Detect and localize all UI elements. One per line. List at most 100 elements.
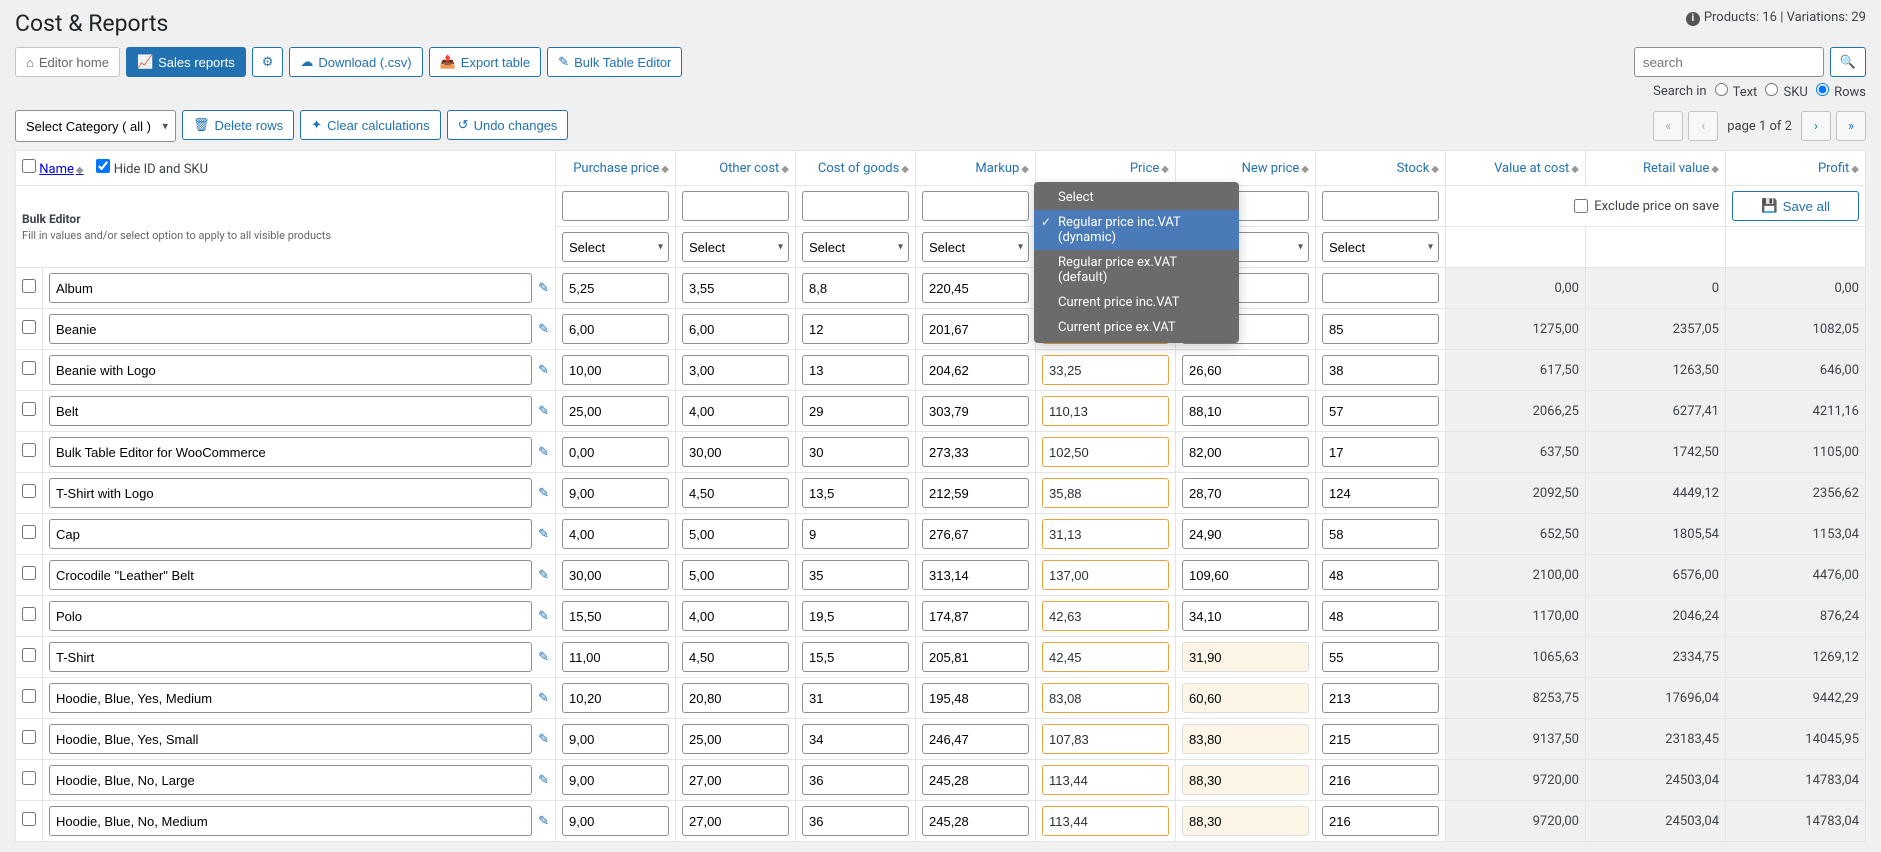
row-price-input[interactable] (1042, 396, 1169, 426)
search-opt-rows[interactable]: Rows (1816, 83, 1866, 100)
col-cost-of-goods[interactable]: Cost of goods◆ (796, 151, 916, 186)
row-pp-input[interactable] (562, 765, 669, 795)
bulk-stock-input[interactable] (1322, 191, 1439, 221)
row-checkbox[interactable] (22, 730, 36, 744)
row-name-input[interactable] (49, 355, 532, 385)
bulk-select-oc[interactable]: Select (682, 232, 789, 262)
row-mk-input[interactable] (922, 642, 1029, 672)
row-price-input[interactable] (1042, 355, 1169, 385)
delete-rows-button[interactable]: 🗑 Delete rows (182, 110, 294, 140)
row-stock-input[interactable] (1322, 765, 1439, 795)
bulk-markup-input[interactable] (922, 191, 1029, 221)
bulk-select-pp[interactable]: Select (562, 232, 669, 262)
row-price-input[interactable] (1042, 806, 1169, 836)
row-mk-input[interactable] (922, 314, 1029, 344)
col-stock[interactable]: Stock◆ (1316, 151, 1446, 186)
row-name-input[interactable] (49, 273, 532, 303)
row-name-input[interactable] (49, 642, 532, 672)
row-price-input[interactable] (1042, 560, 1169, 590)
clear-calculations-button[interactable]: ✦ Clear calculations (300, 110, 441, 140)
row-cog-input[interactable] (802, 478, 909, 508)
export-table-button[interactable]: 📤 Export table (429, 47, 542, 77)
row-oc-input[interactable] (682, 724, 789, 754)
row-name-input[interactable] (49, 519, 532, 549)
row-newprice-input[interactable] (1182, 355, 1309, 385)
row-name-input[interactable] (49, 437, 532, 467)
edit-icon[interactable]: ✎ (538, 445, 549, 460)
row-price-input[interactable] (1042, 478, 1169, 508)
row-cog-input[interactable] (802, 724, 909, 754)
row-stock-input[interactable] (1322, 601, 1439, 631)
row-stock-input[interactable] (1322, 683, 1439, 713)
select-all-checkbox[interactable] (22, 159, 36, 173)
row-newprice-input[interactable] (1182, 724, 1309, 754)
row-newprice-input[interactable] (1182, 560, 1309, 590)
row-oc-input[interactable] (682, 437, 789, 467)
row-cog-input[interactable] (802, 806, 909, 836)
row-stock-input[interactable] (1322, 355, 1439, 385)
row-newprice-input[interactable] (1182, 806, 1309, 836)
row-name-input[interactable] (49, 314, 532, 344)
row-pp-input[interactable] (562, 724, 669, 754)
edit-icon[interactable]: ✎ (538, 773, 549, 788)
edit-icon[interactable]: ✎ (538, 404, 549, 419)
page-next-button[interactable]: › (1801, 111, 1831, 141)
col-profit[interactable]: Profit◆ (1726, 151, 1866, 186)
row-mk-input[interactable] (922, 560, 1029, 590)
col-other-cost[interactable]: Other cost◆ (676, 151, 796, 186)
row-cog-input[interactable] (802, 396, 909, 426)
row-pp-input[interactable] (562, 314, 669, 344)
settings-button[interactable]: ⚙ (252, 47, 284, 77)
row-stock-input[interactable] (1322, 806, 1439, 836)
edit-icon[interactable]: ✎ (538, 650, 549, 665)
edit-icon[interactable]: ✎ (538, 609, 549, 624)
row-checkbox[interactable] (22, 525, 36, 539)
row-checkbox[interactable] (22, 648, 36, 662)
row-cog-input[interactable] (802, 314, 909, 344)
row-checkbox[interactable] (22, 689, 36, 703)
row-newprice-input[interactable] (1182, 478, 1309, 508)
edit-icon[interactable]: ✎ (538, 814, 549, 829)
row-pp-input[interactable] (562, 519, 669, 549)
col-markup[interactable]: Markup◆ (916, 151, 1036, 186)
edit-icon[interactable]: ✎ (538, 568, 549, 583)
row-price-input[interactable] (1042, 683, 1169, 713)
page-prev-button[interactable]: ‹ (1688, 111, 1718, 141)
row-cog-input[interactable] (802, 519, 909, 549)
edit-icon[interactable]: ✎ (538, 732, 549, 747)
row-price-input[interactable] (1042, 601, 1169, 631)
edit-icon[interactable]: ✎ (538, 527, 549, 542)
row-checkbox[interactable] (22, 402, 36, 416)
edit-icon[interactable]: ✎ (538, 363, 549, 378)
row-stock-input[interactable] (1322, 519, 1439, 549)
row-name-input[interactable] (49, 396, 532, 426)
edit-icon[interactable]: ✎ (538, 486, 549, 501)
search-button[interactable]: 🔍 (1830, 47, 1866, 77)
dd-item-cur-ex-vat[interactable]: Current price ex.VAT (1034, 315, 1239, 340)
bulk-other-cost-input[interactable] (682, 191, 789, 221)
edit-icon[interactable]: ✎ (538, 281, 549, 296)
row-oc-input[interactable] (682, 601, 789, 631)
row-mk-input[interactable] (922, 437, 1029, 467)
row-stock-input[interactable] (1322, 273, 1439, 303)
search-opt-text[interactable]: Text (1715, 83, 1758, 100)
row-oc-input[interactable] (682, 806, 789, 836)
row-checkbox[interactable] (22, 484, 36, 498)
col-new-price[interactable]: New price◆ (1176, 151, 1316, 186)
undo-changes-button[interactable]: ↺ Undo changes (447, 110, 569, 140)
row-name-input[interactable] (49, 601, 532, 631)
row-pp-input[interactable] (562, 437, 669, 467)
row-mk-input[interactable] (922, 683, 1029, 713)
row-cog-input[interactable] (802, 765, 909, 795)
edit-icon[interactable]: ✎ (538, 322, 549, 337)
row-checkbox[interactable] (22, 279, 36, 293)
row-oc-input[interactable] (682, 396, 789, 426)
row-stock-input[interactable] (1322, 437, 1439, 467)
row-mk-input[interactable] (922, 601, 1029, 631)
bulk-select-cog[interactable]: Select (802, 232, 909, 262)
row-mk-input[interactable] (922, 519, 1029, 549)
dd-item-reg-inc-vat[interactable]: Regular price inc.VAT (dynamic) (1034, 210, 1239, 250)
col-retail-value[interactable]: Retail value◆ (1586, 151, 1726, 186)
row-oc-input[interactable] (682, 519, 789, 549)
sales-reports-button[interactable]: 📈 Sales reports (126, 47, 246, 77)
